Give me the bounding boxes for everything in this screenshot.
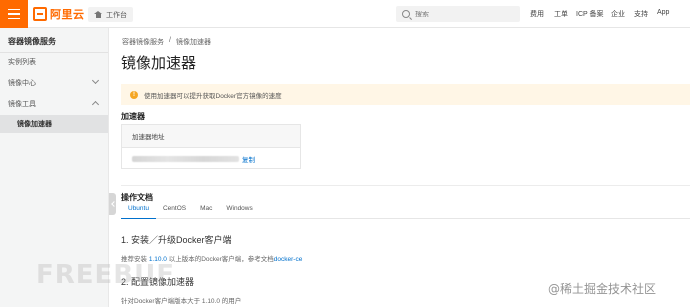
sidebar-item-label: 镜像加速器 — [17, 121, 52, 128]
aliyun-logo-icon — [33, 7, 47, 21]
chevron-down-icon — [91, 76, 100, 85]
nav-link-icp[interactable]: ICP 备案 — [576, 9, 604, 19]
alert-text: 使用加速器可以提升获取Docker官方镜像的速度 — [144, 92, 282, 100]
accelerator-section-title: 加速器 — [121, 112, 145, 121]
tab-windows[interactable]: Windows — [219, 205, 259, 219]
freebuf-watermark: FREEBUF — [36, 260, 175, 290]
accelerator-table: 加速器地址 复制 — [121, 124, 301, 169]
aliyun-logo[interactable]: 阿里云 — [33, 7, 85, 21]
os-tabs: Ubuntu CentOS Mac Windows — [121, 205, 690, 219]
docs-section-title: 操作文档 — [121, 193, 153, 202]
breadcrumb: 容器镜像服务 / 镜像加速器 — [122, 37, 211, 47]
nav-link-tickets[interactable]: 工单 — [554, 9, 568, 19]
page-title: 镜像加速器 — [121, 55, 197, 72]
menu-hamburger-icon[interactable] — [0, 0, 28, 28]
sidebar-collapse-handle[interactable] — [109, 193, 116, 215]
breadcrumb-item-current: 镜像加速器 — [175, 39, 211, 46]
search-input[interactable] — [415, 10, 505, 18]
sidebar-item-image-tools[interactable]: 镜像工具 — [0, 95, 108, 113]
search-box[interactable] — [396, 6, 520, 22]
step1-title: 1. 安装／升级Docker客户端 — [121, 235, 232, 245]
sidebar-item-accelerator[interactable]: 镜像加速器 — [0, 115, 108, 133]
home-icon — [94, 11, 102, 18]
tab-mac[interactable]: Mac — [193, 205, 219, 219]
section-divider — [121, 185, 690, 186]
docker-ce-link[interactable]: docker-ce — [274, 256, 303, 263]
copy-button[interactable]: 复制 — [242, 154, 255, 164]
search-icon — [402, 10, 410, 18]
nav-link-enterprise[interactable]: 企业 — [611, 9, 625, 19]
chevron-up-icon — [91, 100, 100, 109]
accelerator-url-redacted — [132, 155, 239, 162]
juejin-watermark: @稀土掘金技术社区 — [548, 282, 657, 296]
nav-link-fees[interactable]: 费用 — [530, 9, 544, 19]
sidebar-item-label: 实例列表 — [8, 59, 36, 66]
nav-link-support[interactable]: 支持 — [634, 9, 648, 19]
sidebar-item-image-center[interactable]: 镜像中心 — [0, 74, 108, 92]
sidebar-item-label: 镜像工具 — [8, 101, 36, 108]
sidebar-title: 容器镜像服务 — [8, 37, 56, 46]
accelerator-row: 复制 — [122, 148, 300, 169]
workbench-button[interactable]: 工作台 — [88, 7, 133, 22]
step1-text-b: 以上版本的Docker客户端，参考文档 — [168, 256, 274, 263]
step2-text: 针对Docker客户端版本大于 1.10.0 的用户 — [121, 298, 242, 305]
nav-link-app[interactable]: App — [657, 9, 669, 16]
accelerator-column-header: 加速器地址 — [122, 125, 300, 148]
tab-centos[interactable]: CentOS — [156, 205, 193, 219]
top-navbar: 阿里云 工作台 费用 工单 ICP 备案 企业 支持 App — [0, 0, 690, 28]
workbench-label: 工作台 — [106, 11, 127, 19]
info-icon: ! — [130, 90, 138, 99]
breadcrumb-item-service[interactable]: 容器镜像服务 — [122, 37, 164, 47]
breadcrumb-separator: / — [169, 37, 171, 44]
sidebar-item-instances[interactable]: 实例列表 — [0, 53, 108, 71]
info-alert: ! 使用加速器可以提升获取Docker官方镜像的速度 — [121, 84, 690, 105]
tab-ubuntu[interactable]: Ubuntu — [121, 205, 156, 219]
sidebar-item-label: 镜像中心 — [8, 80, 36, 87]
logo-text: 阿里云 — [50, 9, 85, 21]
